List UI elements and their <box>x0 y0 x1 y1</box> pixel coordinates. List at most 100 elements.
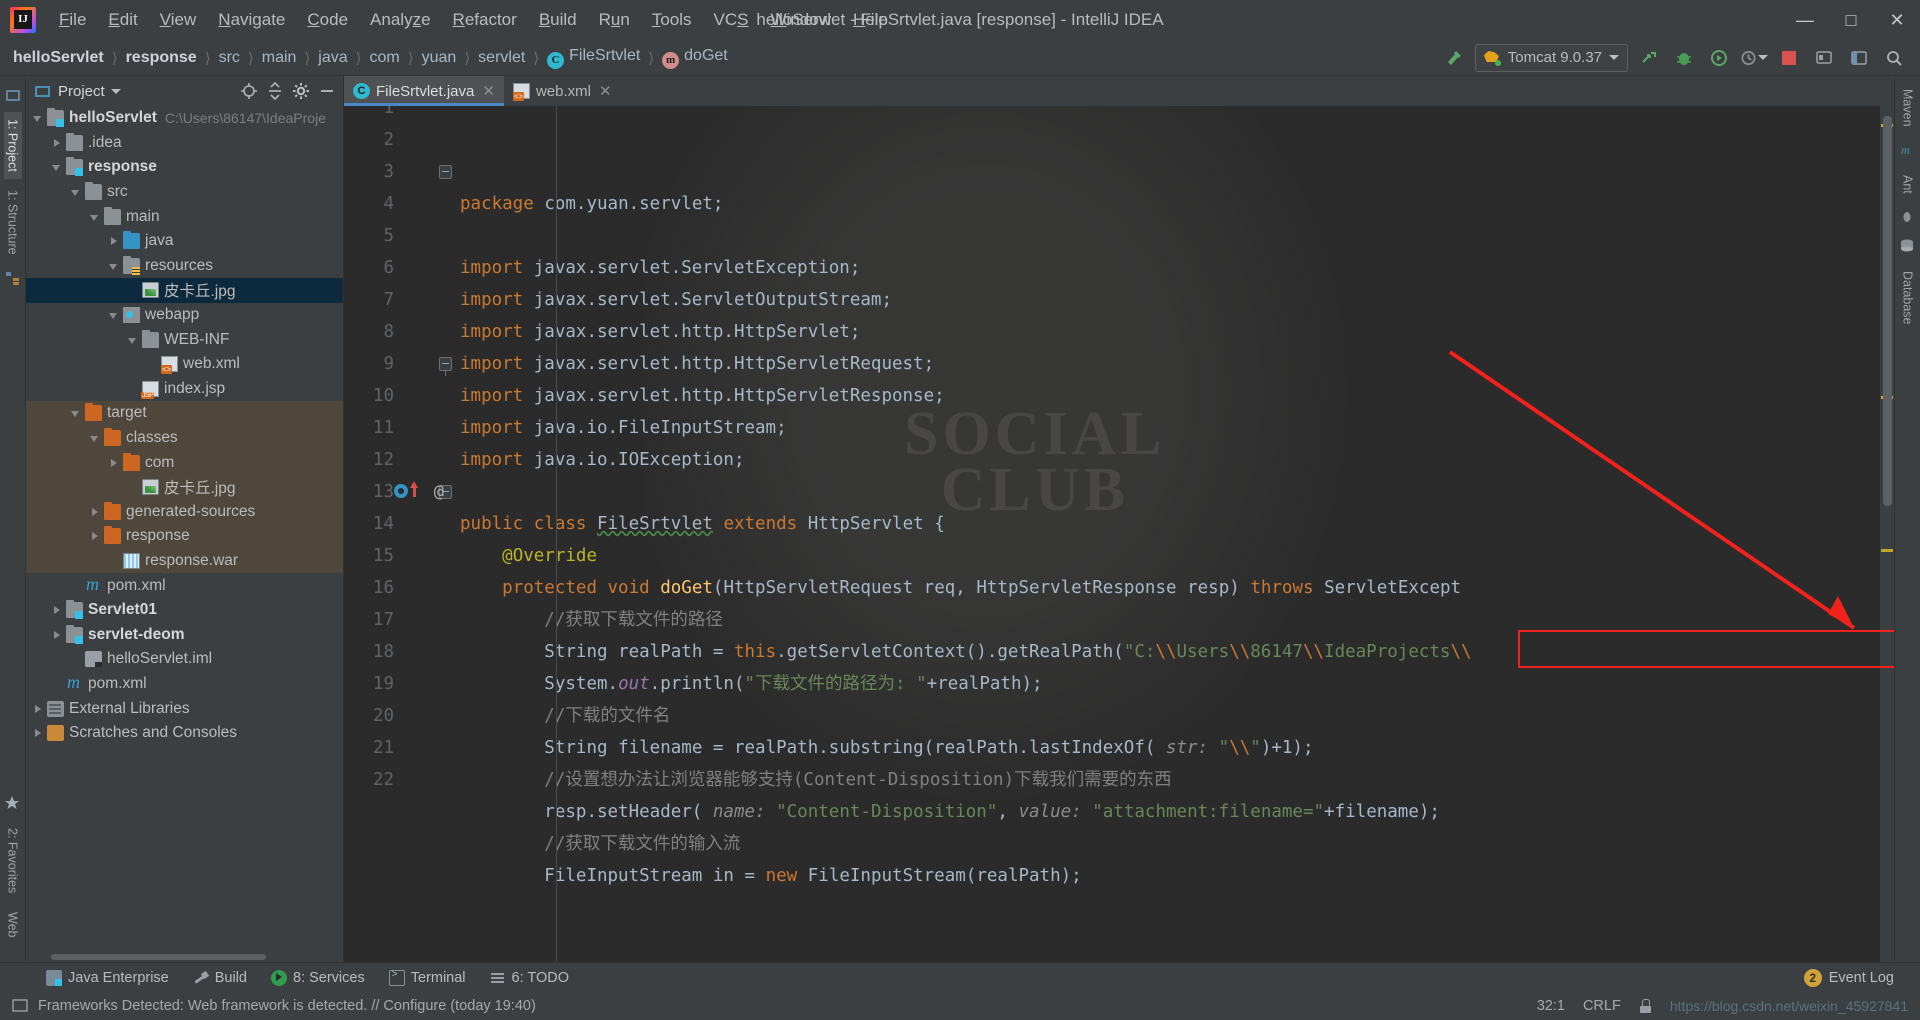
code-line[interactable]: import java.io.FileInputStream; <box>460 412 1880 444</box>
breadcrumb-item-servlet[interactable]: servlet <box>475 48 528 68</box>
menu-refactor[interactable]: Refactor <box>442 6 528 34</box>
tree-node[interactable]: index.jsp <box>26 377 343 402</box>
editor-tab-filesrtvlet[interactable]: FileSrtvlet.java ✕ <box>344 76 504 106</box>
menu-vcs[interactable]: VCS <box>703 6 760 34</box>
tree-node[interactable]: 皮卡丘.jpg <box>26 474 343 500</box>
collapse-all-icon[interactable] <box>265 81 285 101</box>
tree-node[interactable]: Scratches and Consoles <box>26 721 343 746</box>
tree-node[interactable]: generated-sources <box>26 499 343 525</box>
expand-arrow-icon[interactable] <box>89 530 101 542</box>
expand-arrow-icon[interactable] <box>51 161 63 173</box>
code-line[interactable]: public class FileSrtvlet extends HttpSer… <box>460 508 1880 540</box>
sidebar-item-maven[interactable]: Maven <box>1899 82 1917 134</box>
line-number[interactable]: 17 <box>344 604 456 636</box>
tool-window-terminal[interactable]: Terminal <box>377 967 478 989</box>
code-line[interactable]: import javax.servlet.ServletException; <box>460 252 1880 284</box>
menu-help[interactable]: Help <box>842 6 899 34</box>
overriding-method-icon[interactable] <box>394 484 408 498</box>
line-number[interactable]: 2 <box>344 124 456 156</box>
annotation-at-icon[interactable]: @ <box>434 476 444 508</box>
tree-node[interactable]: 皮卡丘.jpg <box>26 278 343 303</box>
code-line[interactable]: System.out.println("下载文件的路径为: "+realPath… <box>460 668 1880 700</box>
line-number[interactable]: 10 <box>344 380 456 412</box>
tool-window-todo[interactable]: 6: TODO <box>478 967 581 989</box>
tree-node[interactable]: com <box>26 450 343 475</box>
tree-node[interactable]: webapp <box>26 303 343 328</box>
tree-node[interactable]: resources <box>26 254 343 279</box>
lock-icon[interactable] <box>1639 999 1652 1013</box>
tree-node[interactable]: pom.xml <box>26 672 343 697</box>
gear-icon[interactable] <box>291 81 311 101</box>
line-number[interactable]: 9 <box>344 348 456 380</box>
tree-node[interactable]: helloServlet C:\Users\86147\IdeaProje <box>26 106 343 131</box>
code-line[interactable]: protected void doGet(HttpServletRequest … <box>460 572 1880 604</box>
expand-arrow-icon[interactable] <box>70 407 82 419</box>
restore-layout-button[interactable] <box>1845 44 1873 72</box>
tool-window-services[interactable]: 8: Services <box>259 967 377 989</box>
tree-node[interactable]: classes <box>26 425 343 451</box>
line-number[interactable]: 1 <box>344 106 456 124</box>
code-line[interactable]: import javax.servlet.http.HttpServletRes… <box>460 380 1880 412</box>
status-message[interactable]: Frameworks Detected: Web framework is de… <box>38 998 536 1014</box>
code-content[interactable]: 1 2 3 4 5 6 7 8 9 10 11 12 13 @14 15 16 17 18 19 20 21 22 pac… <box>344 106 1894 962</box>
code-editor[interactable]: SOCIAL CLUB 1 2 3 4 5 6 7 8 9 10 11 12 13 @14 15 16 17 18 1… <box>344 106 1894 962</box>
expand-arrow-icon[interactable] <box>51 604 63 616</box>
caret-position[interactable]: 32:1 <box>1537 998 1565 1014</box>
tree-node[interactable]: main <box>26 204 343 229</box>
menu-run[interactable]: Run <box>588 6 641 34</box>
expand-arrow-icon[interactable] <box>108 457 120 469</box>
tree-node[interactable]: web.xml <box>26 352 343 377</box>
code-line[interactable]: import javax.servlet.http.HttpServletReq… <box>460 348 1880 380</box>
line-number[interactable]: 6 <box>344 252 456 284</box>
menu-analyze[interactable]: Analyze <box>359 6 442 34</box>
code-line[interactable]: FileInputStream in = new FileInputStream… <box>460 860 1880 892</box>
breadcrumb-item-com[interactable]: com <box>367 48 403 68</box>
sidebar-item-favorites[interactable]: 2: Favorites <box>4 821 22 900</box>
line-number[interactable]: 21 <box>344 732 456 764</box>
code-line[interactable]: package com.yuan.servlet; <box>460 188 1880 220</box>
expand-arrow-icon[interactable] <box>89 432 101 444</box>
code-fold-icon[interactable] <box>439 357 452 376</box>
code-line[interactable]: //下载的文件名 <box>460 700 1880 732</box>
project-tree-horizontal-scrollbar[interactable] <box>26 951 343 962</box>
menu-code[interactable]: Code <box>296 6 359 34</box>
code-line[interactable]: resp.setHeader( name: "Content-Dispositi… <box>460 796 1880 828</box>
code-line[interactable]: @Override <box>460 540 1880 572</box>
code-line[interactable]: //获取下载文件的输入流 <box>460 828 1880 860</box>
run-button[interactable] <box>1635 44 1663 72</box>
expand-arrow-icon[interactable] <box>108 235 120 247</box>
sidebar-item-ant[interactable]: Ant <box>1899 168 1917 201</box>
line-number-gutter[interactable]: 1 2 3 4 5 6 7 8 9 10 11 12 13 @14 15 16 17 18 19 20 21 22 <box>344 106 456 962</box>
menu-view[interactable]: View <box>149 6 208 34</box>
breadcrumb-item-response[interactable]: response <box>123 48 200 68</box>
line-number[interactable]: 20 <box>344 700 456 732</box>
tree-node[interactable]: response.war <box>26 548 343 574</box>
status-notification-icon[interactable] <box>12 998 28 1014</box>
tree-node[interactable]: .idea <box>26 131 343 156</box>
tree-node[interactable]: WEB-INF <box>26 327 343 352</box>
expand-arrow-icon[interactable] <box>32 727 44 739</box>
minimize-button[interactable]: — <box>1782 0 1828 40</box>
breadcrumb-item-main[interactable]: main <box>259 48 300 68</box>
code-line[interactable]: //设置想办法让浏览器能够支持(Content-Disposition)下载我们… <box>460 764 1880 796</box>
stop-button[interactable] <box>1775 44 1803 72</box>
breadcrumb-item-filesrtvlet[interactable]: C FileSrtvlet <box>544 46 643 70</box>
breadcrumb-item-java[interactable]: java <box>315 48 350 68</box>
expand-arrow-icon[interactable] <box>32 703 44 715</box>
line-number[interactable]: 16 <box>344 572 456 604</box>
tree-node[interactable]: target <box>26 401 343 426</box>
code-line[interactable]: String filename = realPath.substring(rea… <box>460 732 1880 764</box>
breadcrumb-item-helloservlet[interactable]: helloServlet <box>10 48 107 68</box>
code-line[interactable] <box>460 476 1880 508</box>
expand-arrow-icon[interactable] <box>89 211 101 223</box>
expand-arrow-icon[interactable] <box>70 186 82 198</box>
line-number[interactable]: 7 <box>344 284 456 316</box>
sidebar-item-structure[interactable]: 1: Structure <box>4 183 22 262</box>
tree-node[interactable]: response <box>26 155 343 180</box>
line-number[interactable]: 8 <box>344 316 456 348</box>
tool-window-build[interactable]: Build <box>181 967 259 989</box>
menu-window[interactable]: Window <box>760 6 842 34</box>
tree-node[interactable]: response <box>26 524 343 549</box>
line-number[interactable]: 4 <box>344 188 456 220</box>
chevron-down-icon[interactable] <box>110 88 121 94</box>
